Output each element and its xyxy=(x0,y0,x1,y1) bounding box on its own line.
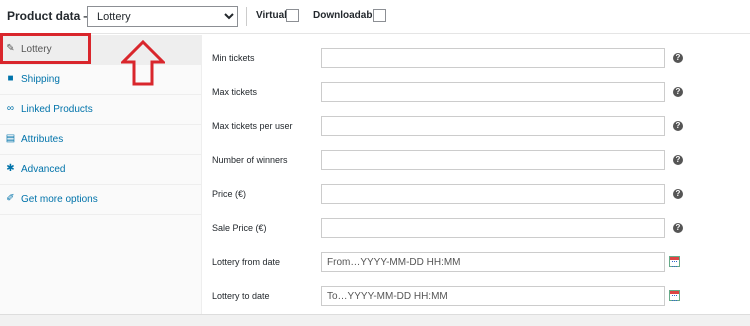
lottery-fields-panel: Min tickets ? Max tickets ? Max tickets … xyxy=(203,35,750,314)
field-row-price: Price (€) ? xyxy=(203,174,750,208)
min-tickets-input[interactable] xyxy=(321,48,665,68)
tab-label: Get more options xyxy=(21,194,98,205)
lottery-to-date-input[interactable] xyxy=(321,286,665,306)
help-icon[interactable]: ? xyxy=(673,189,683,199)
tab-label: Advanced xyxy=(21,164,66,175)
field-row-max-tickets: Max tickets ? xyxy=(203,72,750,106)
tab-attributes[interactable]: ▤ Attributes xyxy=(0,125,202,155)
max-tickets-per-user-input[interactable] xyxy=(321,116,665,136)
help-icon[interactable]: ? xyxy=(673,223,683,233)
lottery-from-date-label: Lottery from date xyxy=(212,257,281,267)
highlight-box xyxy=(0,33,91,64)
footer-bar xyxy=(0,314,750,326)
calendar-icon[interactable] xyxy=(669,256,680,267)
tab-get-more-options[interactable]: ✐ Get more options xyxy=(0,185,202,215)
min-tickets-label: Min tickets xyxy=(212,53,255,63)
tab-advanced[interactable]: ✱ Advanced xyxy=(0,155,202,185)
tab-label: Attributes xyxy=(21,134,64,145)
price-label: Price (€) xyxy=(212,189,247,199)
arrow-up-icon xyxy=(121,40,165,86)
field-row-lottery-from-date: Lottery from date xyxy=(203,242,750,276)
product-type-select[interactable]: Lottery xyxy=(87,6,238,27)
help-icon[interactable]: ? xyxy=(673,155,683,165)
truck-icon: ■ xyxy=(7,73,14,84)
max-tickets-per-user-label: Max tickets per user xyxy=(212,121,293,131)
field-row-sale-price: Sale Price (€) ? xyxy=(203,208,750,242)
product-data-tabs: ✎ Lottery ■ Shipping ∞ Linked Products ▤… xyxy=(0,35,202,314)
max-tickets-label: Max tickets xyxy=(212,87,258,97)
lottery-from-date-input[interactable] xyxy=(321,252,665,272)
tab-label: Shipping xyxy=(21,74,60,85)
help-icon[interactable]: ? xyxy=(673,87,683,97)
price-input[interactable] xyxy=(321,184,665,204)
lottery-to-date-label: Lottery to date xyxy=(212,291,270,301)
field-row-max-tickets-per-user: Max tickets per user ? xyxy=(203,106,750,140)
help-icon[interactable]: ? xyxy=(673,121,683,131)
product-data-header: Product data — Lottery Virtual: Download… xyxy=(0,0,750,34)
gear-icon: ✱ xyxy=(6,163,15,174)
tab-linked-products[interactable]: ∞ Linked Products xyxy=(0,95,202,125)
tab-shipping[interactable]: ■ Shipping xyxy=(0,65,202,95)
field-row-number-of-winners: Number of winners ? xyxy=(203,140,750,174)
link-icon: ∞ xyxy=(6,103,15,114)
tab-label: Linked Products xyxy=(21,104,93,115)
help-icon[interactable]: ? xyxy=(673,53,683,63)
number-of-winners-label: Number of winners xyxy=(212,155,288,165)
header-divider xyxy=(246,7,247,26)
downloadable-checkbox[interactable] xyxy=(373,9,386,22)
field-row-lottery-to-date: Lottery to date xyxy=(203,276,750,310)
max-tickets-input[interactable] xyxy=(321,82,665,102)
sale-price-label: Sale Price (€) xyxy=(212,223,267,233)
list-icon: ▤ xyxy=(5,133,16,144)
sale-price-input[interactable] xyxy=(321,218,665,238)
plugin-icon: ✐ xyxy=(6,193,15,204)
field-row-min-tickets: Min tickets ? xyxy=(203,38,750,72)
product-data-title: Product data — xyxy=(7,9,96,23)
calendar-icon[interactable] xyxy=(669,290,680,301)
virtual-checkbox[interactable] xyxy=(286,9,299,22)
number-of-winners-input[interactable] xyxy=(321,150,665,170)
